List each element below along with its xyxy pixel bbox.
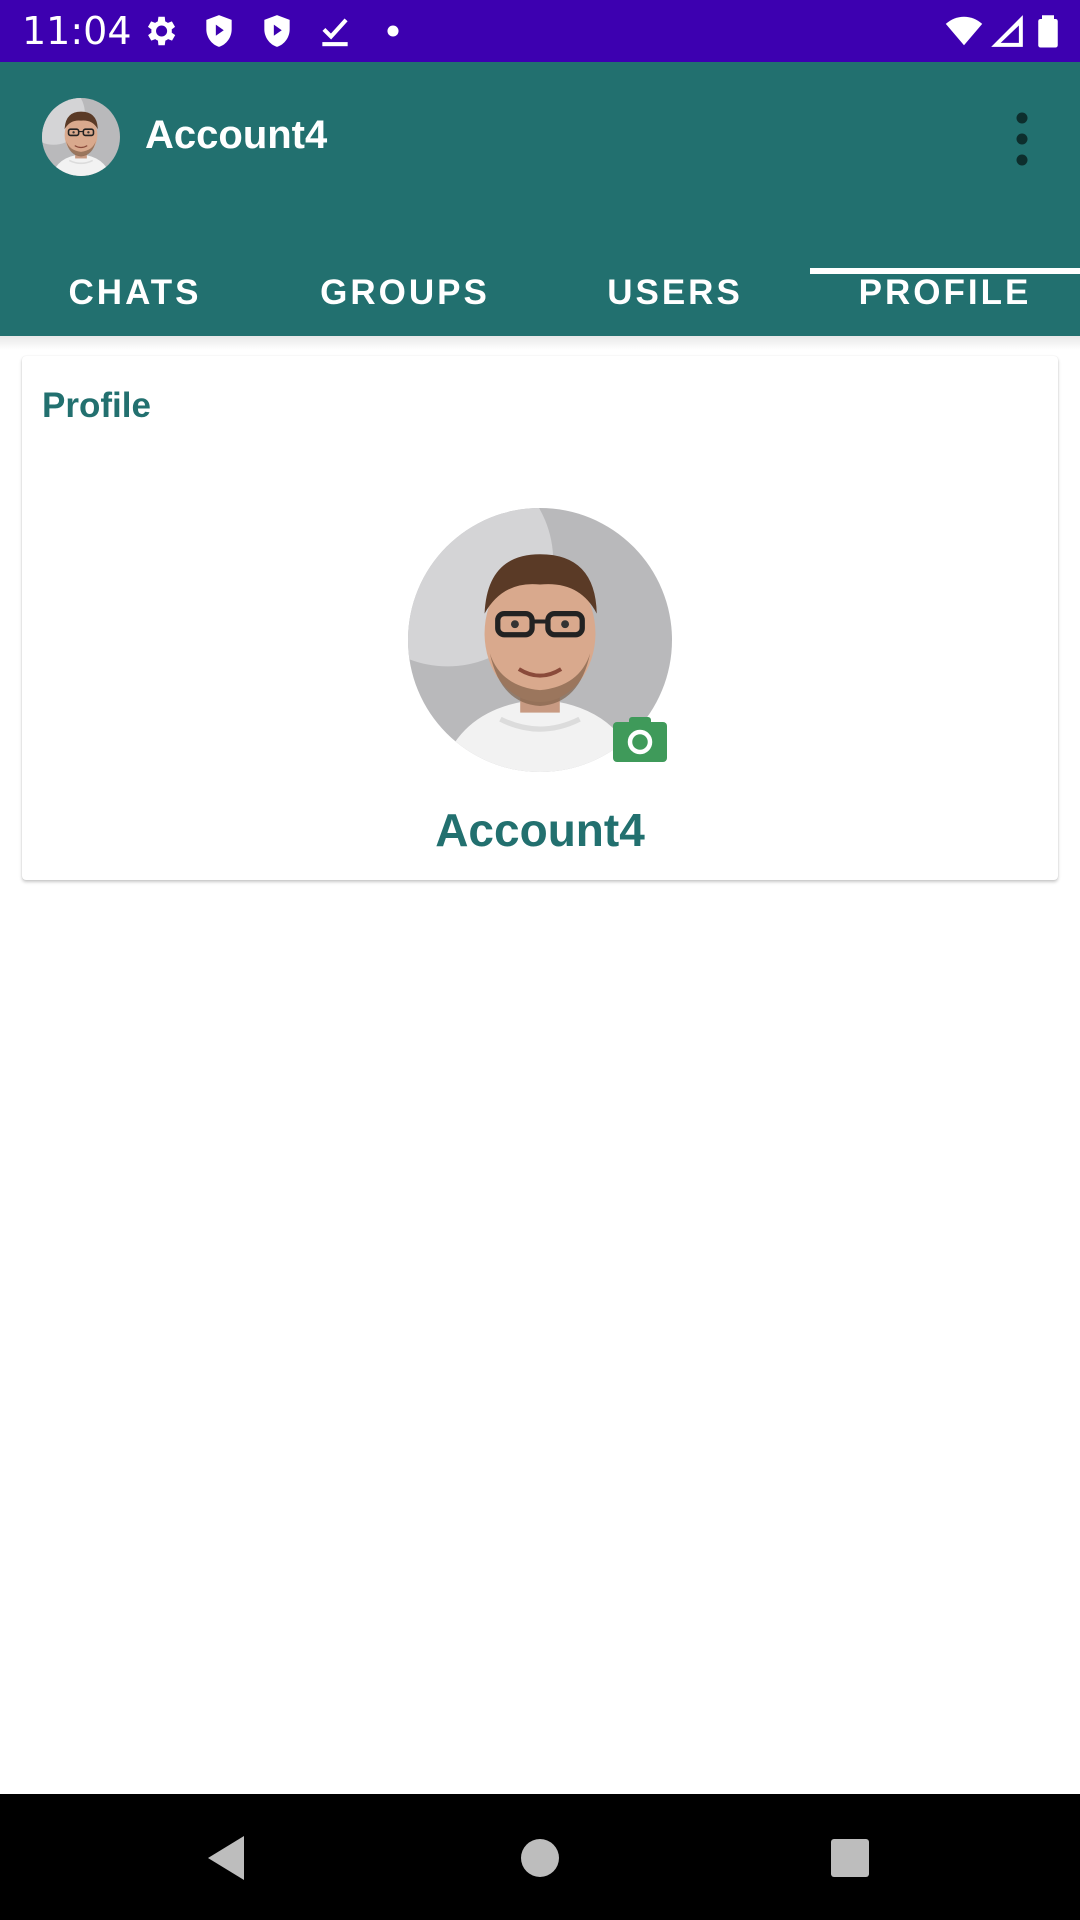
app-bar: Account4 CHATS GROUPS USERS PROFILE xyxy=(0,62,1080,336)
more-vert-icon[interactable] xyxy=(1000,104,1044,174)
recents-icon[interactable] xyxy=(822,1830,878,1886)
home-icon[interactable] xyxy=(512,1830,568,1886)
status-bar: 11:04 xyxy=(0,0,1080,62)
navigation-bar xyxy=(0,1794,1080,1920)
tab-bar: CHATS GROUPS USERS PROFILE xyxy=(0,250,1080,336)
tab-users[interactable]: USERS xyxy=(540,250,810,336)
shield-icon xyxy=(206,15,232,47)
wifi-icon xyxy=(945,16,983,46)
tab-label: USERS xyxy=(607,273,743,312)
divider xyxy=(0,336,1080,350)
shield-icon xyxy=(264,15,290,47)
battery-icon xyxy=(1038,15,1058,48)
tab-groups[interactable]: GROUPS xyxy=(270,250,540,336)
tab-label: CHATS xyxy=(68,273,202,312)
status-time: 11:04 xyxy=(22,9,132,53)
app-title: Account4 xyxy=(145,113,328,157)
card-title: Profile xyxy=(42,386,151,425)
profile-card: Profile Account4 xyxy=(22,356,1058,880)
tab-profile[interactable]: PROFILE xyxy=(810,250,1080,336)
avatar-photo xyxy=(42,98,120,176)
back-icon[interactable] xyxy=(198,1830,254,1886)
gear-icon xyxy=(147,16,176,46)
tab-chats[interactable]: CHATS xyxy=(0,250,270,336)
signal-icon xyxy=(991,15,1023,47)
tab-indicator xyxy=(810,268,1080,274)
avatar[interactable] xyxy=(42,98,120,176)
camera-icon[interactable] xyxy=(613,716,667,762)
tab-label: PROFILE xyxy=(858,273,1032,312)
profile-name: Account4 xyxy=(435,804,645,856)
dot-icon xyxy=(387,25,399,37)
tab-label: GROUPS xyxy=(320,273,490,312)
download-done-icon xyxy=(322,18,348,47)
